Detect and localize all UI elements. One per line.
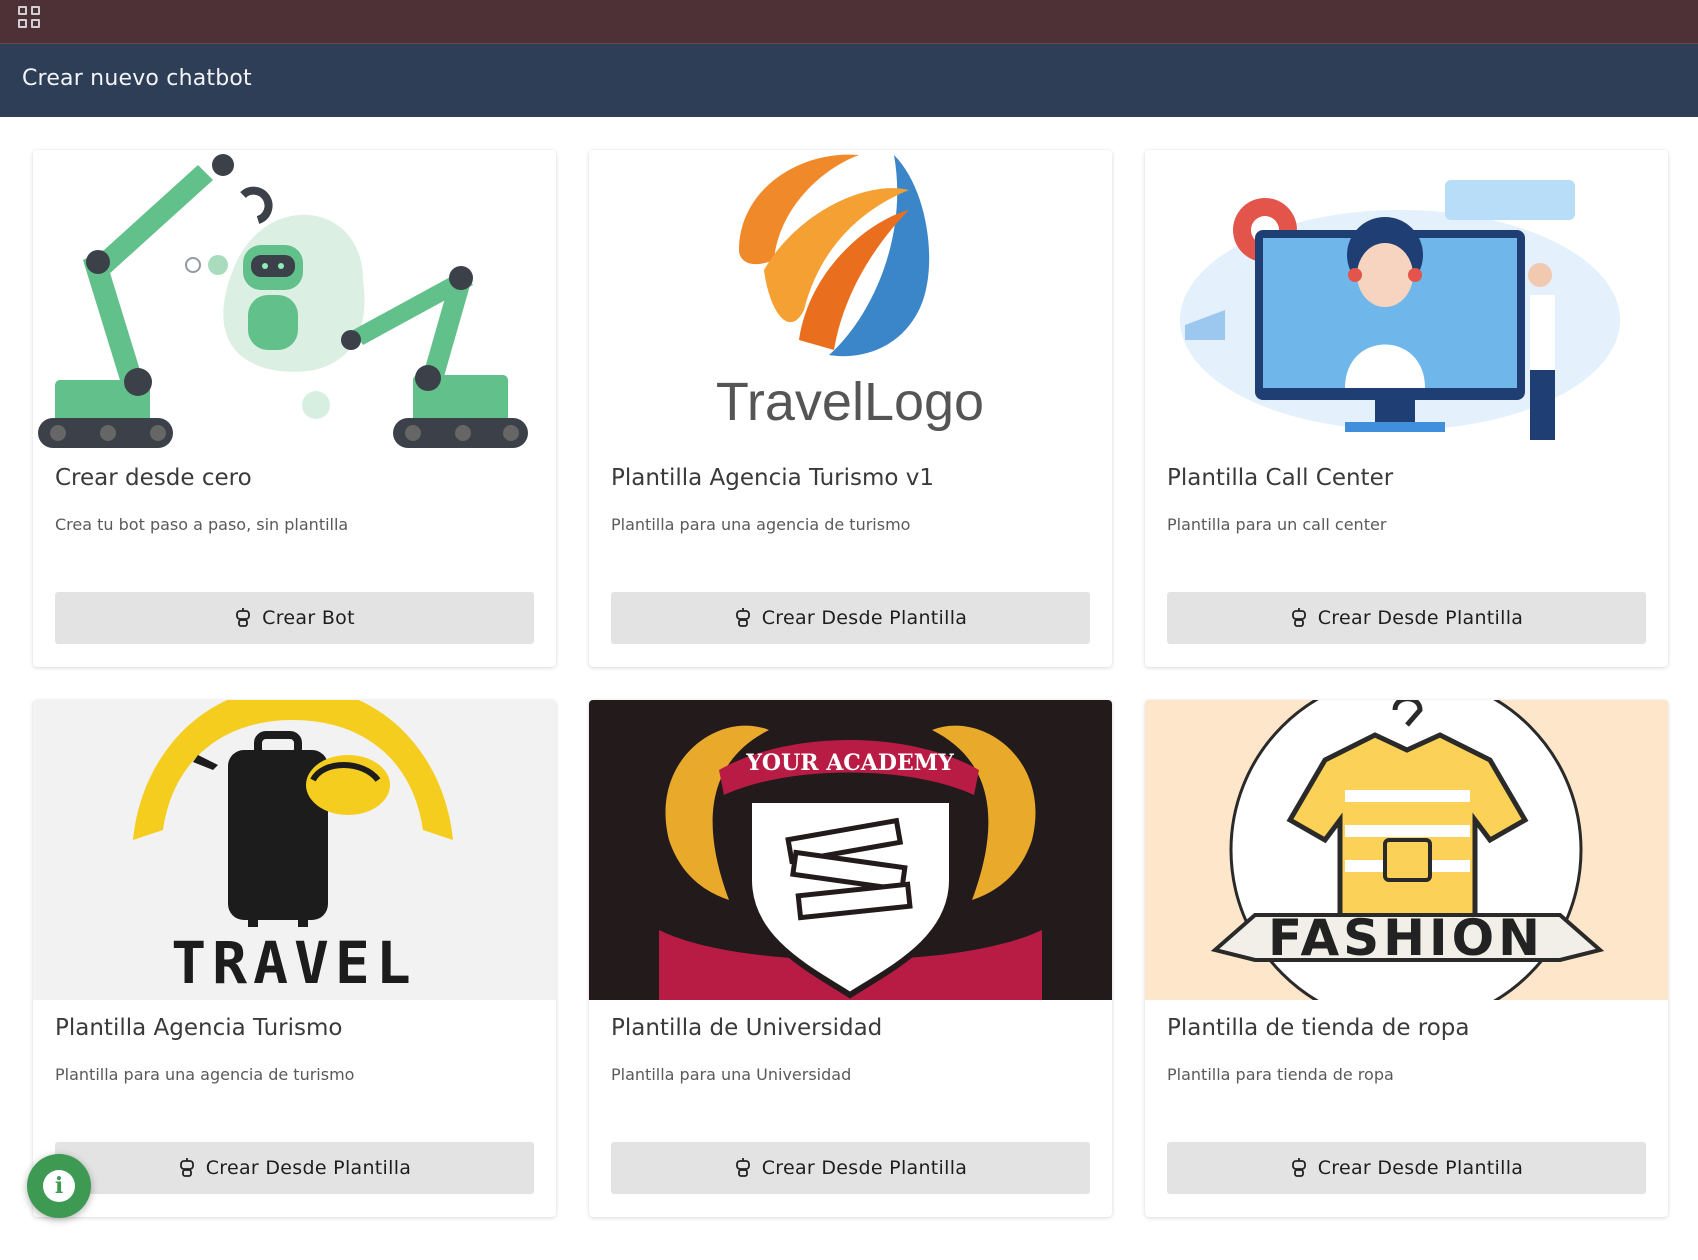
button-label: Crear Bot <box>262 607 355 629</box>
academy-crest-logo: YOUR ACADEMY <box>589 700 1112 1000</box>
robot-icon <box>1291 608 1306 627</box>
robot-icon <box>735 1158 750 1177</box>
crear-desde-plantilla-button[interactable]: Crear Desde Plantilla <box>1167 592 1646 644</box>
academy-text: YOUR ACADEMY <box>745 750 954 776</box>
template-card: TravelLogo Plantilla Agencia Turismo v1 … <box>589 150 1112 667</box>
crear-desde-plantilla-button[interactable]: Crear Desde Plantilla <box>611 1142 1090 1194</box>
info-fab-button[interactable]: i <box>27 1154 91 1218</box>
travel-suitcase-logo: TRAVEL <box>33 700 556 1000</box>
button-label: Crear Desde Plantilla <box>1317 1157 1524 1179</box>
travel-logo: TravelLogo <box>589 150 1112 450</box>
template-card: Crear desde cero Crea tu bot paso a paso… <box>33 150 556 667</box>
card-description: Plantilla para tienda de ropa <box>1167 1065 1394 1084</box>
button-label: Crear Desde Plantilla <box>761 607 968 629</box>
info-icon: i <box>43 1170 75 1202</box>
template-card: TRAVEL Plantilla Agencia Turismo Plantil… <box>33 700 556 1217</box>
robot-icon <box>179 1158 194 1177</box>
crear-desde-plantilla-button[interactable]: Crear Desde Plantilla <box>1167 1142 1646 1194</box>
card-description: Crea tu bot paso a paso, sin plantilla <box>55 515 349 534</box>
fashion-text: FASHION <box>1268 909 1544 967</box>
crear-desde-plantilla-button[interactable]: Crear Desde Plantilla <box>55 1142 534 1194</box>
card-description: Plantilla para una Universidad <box>611 1065 852 1084</box>
travel-text: TRAVEL <box>171 929 417 997</box>
button-label: Crear Desde Plantilla <box>1317 607 1524 629</box>
card-title: Plantilla Call Center <box>1167 465 1394 491</box>
card-description: Plantilla para una agencia de turismo <box>55 1065 355 1084</box>
fashion-shirt-logo: FASHION <box>1145 700 1668 1000</box>
template-grid: Crear desde cero Crea tu bot paso a paso… <box>33 150 1670 1220</box>
page-header: Crear nuevo chatbot <box>0 44 1698 117</box>
robot-icon <box>236 608 251 627</box>
button-label: Crear Desde Plantilla <box>761 1157 968 1179</box>
crear-desde-plantilla-button[interactable]: Crear Desde Plantilla <box>611 592 1090 644</box>
card-description: Plantilla para un call center <box>1167 515 1387 534</box>
template-card: YOUR ACADEMY Plantilla de Universidad Pl… <box>589 700 1112 1217</box>
robot-icon <box>735 608 750 627</box>
card-title: Plantilla de Universidad <box>611 1015 883 1041</box>
card-title: Plantilla Agencia Turismo <box>55 1015 343 1041</box>
robot-arms-illustration <box>33 150 556 450</box>
card-description: Plantilla para una agencia de turismo <box>611 515 911 534</box>
card-title: Crear desde cero <box>55 465 252 491</box>
template-card: FASHION Plantilla de tienda de ropa Plan… <box>1145 700 1668 1217</box>
travel-logo-text: TravelLogo <box>716 372 984 432</box>
card-title: Plantilla Agencia Turismo v1 <box>611 465 935 491</box>
top-bar <box>0 0 1698 44</box>
page-title: Crear nuevo chatbot <box>22 66 252 91</box>
card-title: Plantilla de tienda de ropa <box>1167 1015 1470 1041</box>
crear-bot-button[interactable]: Crear Bot <box>55 592 534 644</box>
template-card: Plantilla Call Center Plantilla para un … <box>1145 150 1668 667</box>
button-label: Crear Desde Plantilla <box>205 1157 412 1179</box>
call-center-illustration <box>1145 150 1668 450</box>
grid-apps-icon[interactable] <box>18 6 42 30</box>
robot-icon <box>1291 1158 1306 1177</box>
